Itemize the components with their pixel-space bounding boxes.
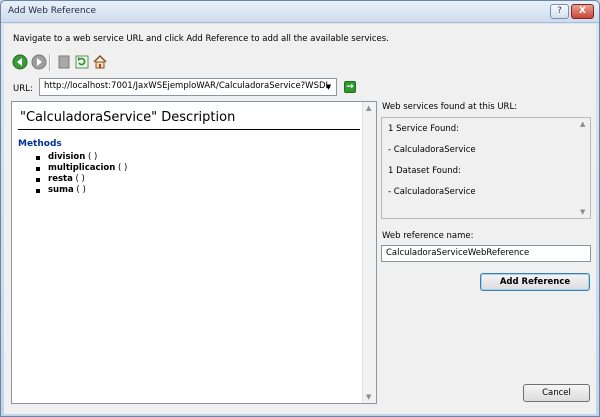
service-description-panel[interactable]: "CalculadoraService" Description Methods…	[11, 101, 377, 404]
method-item[interactable]: multiplicacion ( )	[36, 163, 127, 174]
go-button[interactable]: →	[344, 81, 356, 93]
description-title: "CalculadoraService" Description	[20, 110, 236, 125]
services-found-label: Web services found at this URL:	[382, 102, 518, 112]
method-item[interactable]: suma ( )	[36, 185, 127, 196]
scroll-up-icon[interactable]: ▲	[366, 104, 371, 112]
method-name[interactable]: suma	[48, 185, 74, 195]
url-input[interactable]: http://localhost:7001/JaxWSEjemploWAR/Ca…	[39, 78, 337, 96]
method-parens: ( )	[115, 163, 128, 173]
method-parens: ( )	[73, 185, 86, 195]
method-name[interactable]: resta	[48, 174, 73, 184]
url-label: URL:	[13, 84, 33, 94]
description-scrollbar[interactable]: ▲ ▼	[362, 102, 376, 403]
method-name[interactable]: division	[48, 152, 85, 162]
add-reference-button[interactable]: Add Reference	[480, 273, 590, 291]
forward-icon[interactable]	[31, 54, 47, 70]
title-divider	[18, 129, 360, 130]
instructions-text: Navigate to a web service URL and click …	[13, 34, 389, 44]
found-line: 1 Dataset Found:	[388, 166, 461, 176]
found-scrollbar[interactable]: ▲ ▼	[578, 118, 590, 218]
window-title: Add Web Reference	[8, 6, 97, 16]
close-button[interactable]: X	[571, 4, 594, 19]
method-parens: ( )	[72, 174, 85, 184]
found-line: 1 Service Found:	[388, 124, 460, 134]
toolbar-separator	[49, 54, 50, 71]
scroll-down-icon[interactable]: ▼	[580, 208, 585, 216]
back-icon[interactable]	[12, 54, 28, 70]
scroll-up-icon[interactable]: ▲	[580, 120, 585, 128]
web-reference-name-label: Web reference name:	[382, 231, 474, 241]
method-item[interactable]: division ( )	[36, 152, 127, 163]
method-name[interactable]: multiplicacion	[48, 163, 115, 173]
found-line: - CalculadoraService	[388, 145, 476, 155]
url-dropdown-icon[interactable]: ▼	[321, 79, 336, 95]
refresh-icon[interactable]	[74, 54, 90, 70]
web-reference-name-input[interactable]: CalculadoraServiceWebReference	[381, 245, 591, 262]
help-button[interactable]: ?	[550, 4, 569, 19]
stop-icon[interactable]	[56, 54, 72, 70]
methods-heading: Methods	[18, 139, 62, 149]
cancel-button[interactable]: Cancel	[523, 384, 590, 402]
title-bar[interactable]: Add Web Reference ? X	[1, 1, 599, 23]
scroll-down-icon[interactable]: ▼	[366, 393, 371, 401]
services-found-box: 1 Service Found: - CalculadoraService 1 …	[381, 117, 591, 219]
home-icon[interactable]	[92, 54, 108, 70]
found-line: - CalculadoraService	[388, 187, 476, 197]
add-web-reference-dialog: Add Web Reference ? X Navigate to a web …	[0, 0, 600, 417]
methods-list: division ( ) multiplicacion ( ) resta ( …	[36, 152, 127, 196]
method-parens: ( )	[85, 152, 98, 162]
dialog-body: Navigate to a web service URL and click …	[4, 24, 596, 414]
method-item[interactable]: resta ( )	[36, 174, 127, 185]
